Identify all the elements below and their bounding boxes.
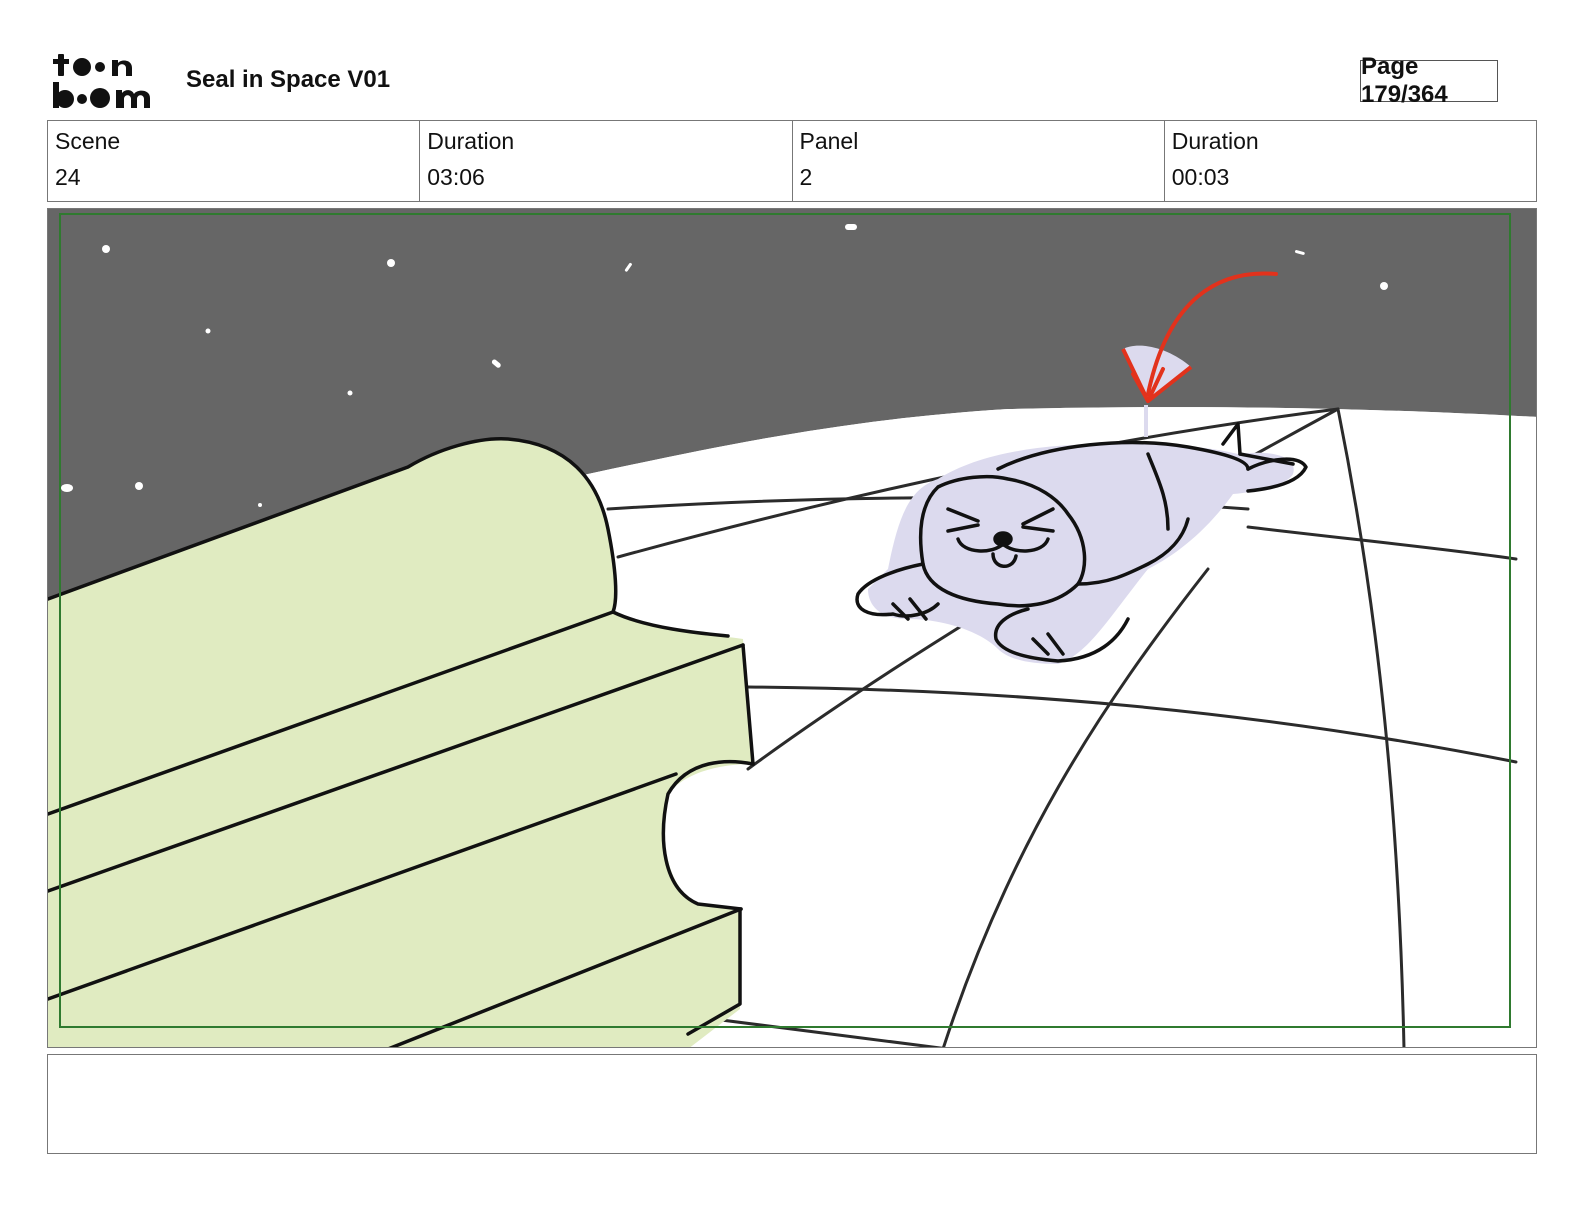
storyboard-panel (47, 208, 1537, 1048)
scene-duration-label: Duration (427, 128, 515, 154)
scene-cell: Scene 24 (48, 121, 421, 201)
panel-notes-box (47, 1054, 1537, 1154)
scene-duration-value: 03:06 (427, 164, 485, 190)
panel-label: Panel (799, 128, 859, 154)
panel-duration-value: 00:03 (1171, 164, 1230, 190)
panel-duration-cell: Duration 00:03 (1165, 121, 1536, 201)
project-title: Seal in Space V01 (186, 66, 391, 93)
panel-drawing (48, 209, 1536, 1047)
scene-duration-cell: Duration 03:06 (420, 121, 793, 201)
panel-value: 2 (799, 164, 813, 190)
panel-duration-label: Duration (1171, 128, 1259, 154)
toon-boom-logo (53, 54, 150, 108)
scene-value: 24 (55, 164, 81, 190)
panel-cell: Panel 2 (793, 121, 1165, 201)
page-indicator: Page 179/364 (1360, 53, 1498, 108)
panel-info-table: Scene 24 Duration 03:06 Panel 2 Duration… (47, 120, 1537, 202)
scene-label: Scene (55, 128, 121, 154)
